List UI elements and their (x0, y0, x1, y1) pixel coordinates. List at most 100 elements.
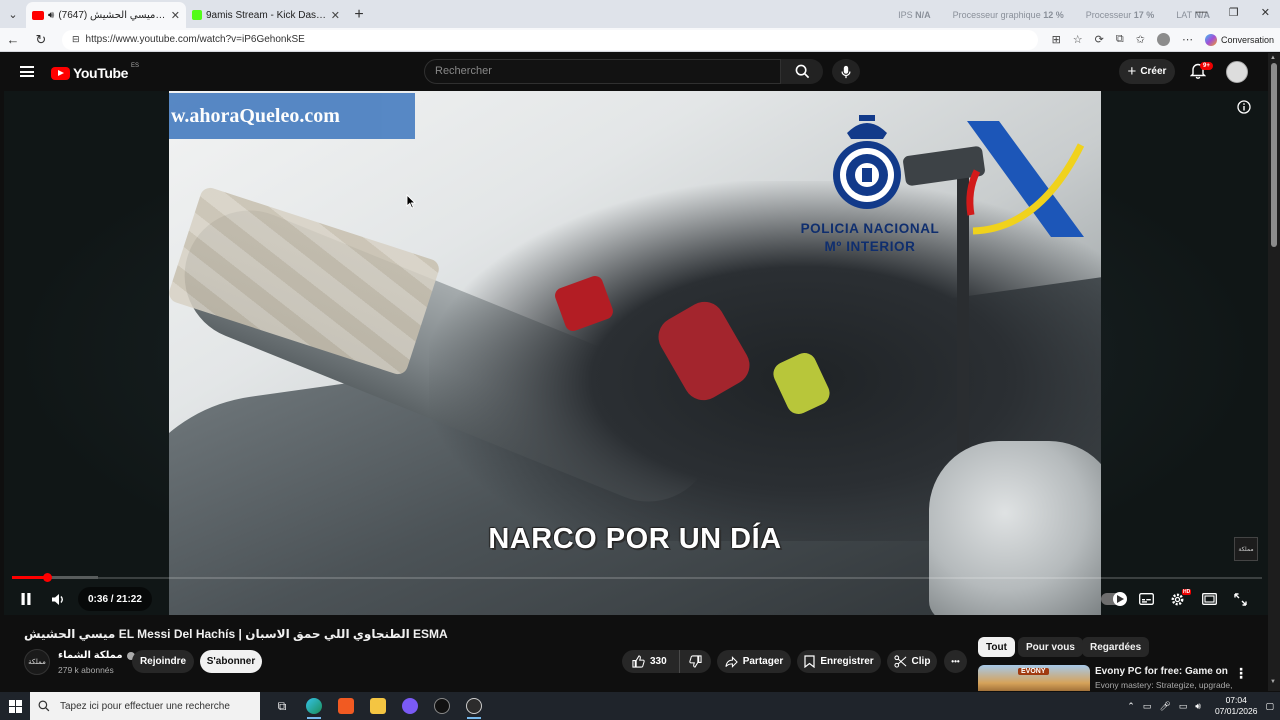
taskbar-app-5[interactable] (426, 692, 458, 720)
dislike-button[interactable] (680, 655, 711, 668)
search-button[interactable] (781, 59, 823, 84)
menu-icon[interactable] (20, 66, 34, 77)
progress-bar[interactable] (12, 573, 98, 582)
taskbar-app-4[interactable] (394, 692, 426, 720)
scroll-up-icon[interactable]: ▲ (1270, 55, 1276, 61)
subscribe-button[interactable]: S'abonner (200, 650, 262, 673)
channel-watermark[interactable]: مملكة (1234, 537, 1258, 561)
video-player[interactable]: w.ahoraQueleo.com POLICIA NACIONAL Mº IN… (4, 91, 1268, 615)
copilot-button[interactable]: Conversation (1204, 33, 1274, 46)
scissors-icon (893, 655, 906, 668)
subscribe-label: S'abonner (206, 656, 256, 667)
app-icon (434, 698, 450, 714)
fullscreen-icon (1233, 592, 1247, 606)
system-clock[interactable]: 07:04 07/01/2026 (1215, 695, 1258, 717)
taskbar-file-explorer[interactable] (362, 692, 394, 720)
progress-track-remaining[interactable] (98, 577, 1262, 579)
page-scrollbar[interactable]: ▲ ▼ (1268, 53, 1280, 691)
recommendation-more-icon[interactable]: ⋮ (1234, 665, 1248, 682)
pause-button[interactable] (16, 587, 36, 611)
taskbar-edge[interactable] (298, 692, 330, 720)
show-hidden-icons-icon[interactable]: ⌃ (1127, 701, 1135, 712)
start-button[interactable] (0, 699, 30, 713)
device-icon[interactable]: ▭ (1143, 701, 1152, 712)
police-text-line2: Mº INTERIOR (824, 239, 916, 254)
microphone-icon (841, 65, 851, 78)
new-tab-button[interactable]: + (346, 2, 372, 28)
performance-overlay: IPS N/A Processeur graphique 12 % Proces… (898, 10, 1210, 20)
favorite-star-icon[interactable]: ☆ (1073, 33, 1083, 46)
taskbar-search-input[interactable]: Tapez ici pour effectuer une recherche (30, 692, 260, 720)
tab-youtube[interactable]: 🔊︎ (7647) ميسي الحشيش Hachís ✕ (26, 2, 186, 28)
logo-text: YouTube (73, 65, 129, 81)
close-tab-icon[interactable]: ✕ (171, 9, 180, 22)
chip-for-you[interactable]: Pour vous (1018, 637, 1083, 657)
chip-all[interactable]: Tout (978, 637, 1015, 657)
notification-center-icon[interactable]: ▢ (1265, 701, 1274, 712)
search-icon (38, 700, 50, 712)
split-screen-icon[interactable]: ⧉ (1116, 33, 1124, 46)
close-window-icon[interactable]: ✕ (1261, 6, 1270, 19)
more-actions-button[interactable]: ••• (944, 650, 967, 673)
channel-name[interactable]: مملكة الشماء (58, 650, 135, 661)
video-frame[interactable]: w.ahoraQueleo.com POLICIA NACIONAL Mº IN… (169, 91, 1101, 615)
notification-count-badge: 9+ (1200, 62, 1213, 70)
progress-scrubber-handle[interactable] (43, 573, 52, 582)
tab-kick[interactable]: 9amis Stream - Kick Dashboard ✕ (186, 2, 346, 28)
copilot-icon (1204, 33, 1217, 46)
recommendation-thumbnail[interactable]: EVONY (978, 665, 1090, 691)
time-display: 0:36 / 21:22 (78, 587, 152, 611)
scrollbar-thumb[interactable] (1271, 63, 1277, 247)
gpu-label: Processeur graphique (952, 10, 1041, 20)
taskbar-obs[interactable] (458, 692, 490, 720)
channel-avatar[interactable]: مملكة (24, 649, 50, 675)
share-icon (725, 655, 738, 668)
browser-menu-icon[interactable]: ⋯ (1182, 33, 1193, 46)
restore-icon[interactable]: ❐ (1229, 6, 1239, 19)
task-view-button[interactable]: ⧉ (266, 692, 298, 720)
site-info-icon[interactable]: ⊟ (72, 34, 80, 45)
cpu-label: Processeur (1085, 10, 1132, 20)
create-button[interactable]: + Créer (1119, 59, 1175, 84)
clip-button[interactable]: Clip (887, 650, 937, 673)
minimize-icon[interactable]: — (1196, 6, 1207, 19)
taskbar-search-placeholder: Tapez ici pour effectuer une recherche (60, 700, 230, 712)
volume-tray-icon[interactable]: 🔊︎ (1195, 701, 1201, 712)
voice-search-button[interactable] (832, 59, 860, 84)
taskbar-brave[interactable] (330, 692, 362, 720)
recommendation-title[interactable]: Evony PC for free: Game on (1095, 666, 1228, 677)
save-button[interactable]: Enregistrer (797, 650, 881, 673)
info-icon[interactable] (1237, 100, 1251, 114)
subtitles-button[interactable] (1136, 587, 1156, 611)
url-field[interactable]: ⊟ https://www.youtube.com/watch?v=iP6Geh… (62, 29, 1038, 50)
fullscreen-button[interactable] (1230, 587, 1250, 611)
video-subtitle: NARCO POR UN DÍA (488, 523, 782, 555)
like-button[interactable]: 330 (622, 650, 680, 673)
youtube-logo[interactable]: YouTube ES (51, 63, 139, 81)
theater-mode-button[interactable] (1199, 587, 1219, 611)
speaker-icon[interactable]: 🔊︎ (48, 10, 54, 21)
more-label: ••• (951, 657, 960, 666)
cpu-value: 17 % (1133, 10, 1155, 20)
back-icon[interactable]: ← (6, 32, 20, 47)
share-button[interactable]: Partager (717, 650, 791, 673)
account-avatar[interactable] (1226, 61, 1248, 83)
channel-name-text: مملكة الشماء (58, 650, 123, 661)
kick-favicon-icon (192, 10, 202, 20)
profile-avatar[interactable] (1156, 33, 1170, 46)
tab-list-button[interactable]: ⌄ (0, 0, 26, 28)
search-icon (795, 64, 809, 79)
close-tab-icon[interactable]: ✕ (331, 9, 340, 22)
refresh-icon[interactable]: ↻ (34, 32, 48, 48)
join-button[interactable]: Rejoindre (132, 650, 194, 673)
mic-tray-icon[interactable]: 🎤︎ (1159, 701, 1170, 712)
scroll-down-icon[interactable]: ▼ (1270, 679, 1276, 685)
network-icon[interactable]: ▭ (1179, 701, 1188, 712)
chip-watched[interactable]: Regardées (1082, 637, 1150, 657)
extensions-icon[interactable]: ⟳ (1095, 33, 1104, 46)
volume-button[interactable] (48, 587, 68, 611)
recommendation-description: Evony mastery: Strategize, upgrade, (1095, 680, 1233, 690)
app-available-icon[interactable]: ⊞ (1052, 33, 1061, 46)
search-input[interactable]: Rechercher (424, 59, 781, 84)
favorites-icon[interactable]: ✩ (1136, 33, 1145, 46)
